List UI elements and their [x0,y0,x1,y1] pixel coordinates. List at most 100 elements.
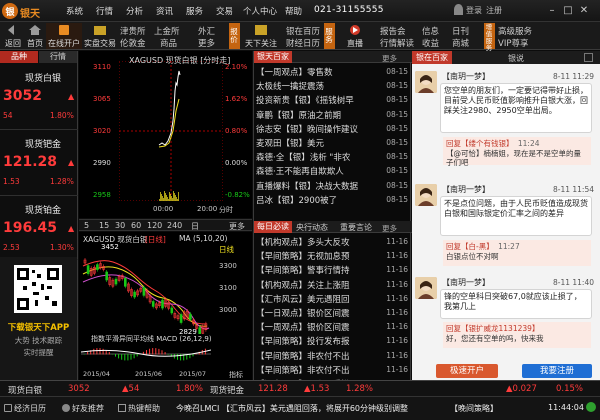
chat-author[interactable]: 【南玥一梦】 [442,71,490,82]
news-item[interactable]: 徐志安【银】晚间操作建议 08-15 [256,122,410,135]
chat-author[interactable]: 【南玥一梦】 [442,277,490,288]
open-account-button[interactable]: 在线开户 [46,23,82,49]
tab-interpret[interactable]: 行情解读 [380,37,414,49]
menu-help[interactable]: 帮助 [285,5,302,17]
news-item[interactable]: 【一周观点】银价区间震 11-16 [256,320,410,333]
menu-service[interactable]: 服务 [186,5,203,17]
tab-central-bank[interactable]: 央行动态 [296,222,328,233]
news-item[interactable]: 章鹏【银】原油之前期 08-15 [256,108,410,121]
news-item[interactable]: 太极线一擒捉震荡 08-15 [256,79,410,92]
menu-trade[interactable]: 交易 [216,5,233,17]
news-more-link[interactable]: 更多 [382,53,397,64]
tab-lunshuo[interactable]: 伦敦金 [120,37,146,49]
focus-button[interactable]: 天下关注 [242,23,280,49]
tab-market[interactable]: 行情 [39,51,77,63]
tab-income[interactable]: 收益 [422,37,439,49]
news-item[interactable]: 森德·全【银】浅析 "非农 08-15 [256,150,410,163]
news-item[interactable]: 投资新贵【银】《摇钱树早 08-15 [256,93,410,106]
real-trade-button[interactable]: 实盘交易 [82,23,118,49]
reply-author[interactable]: 回复【银扩威龙1131239】 [446,324,539,333]
status-recommend-link[interactable]: 好友推荐 [72,403,104,414]
news-item[interactable]: 【机构观点】关注上涨阻 11-16 [256,278,410,291]
news-item[interactable]: 直播爆料【银】决战大数据 08-15 [256,179,410,192]
quote-card-palladium[interactable]: 现货钯金 121.28 ▲ 1.53 1.28% [0,130,78,196]
tab-mall[interactable]: 商城 [452,37,469,49]
tab-daily[interactable]: 日刊 [452,25,469,37]
tab-variety[interactable]: 品种 [0,51,38,63]
chat-header: 银在百家 银说 [412,51,600,64]
period-tab[interactable]: 日 [191,221,199,232]
chat-expand-icon[interactable] [584,53,593,62]
news-more-link[interactable]: 更多 [382,223,397,234]
news-ticker[interactable]: 今晚召LMCI 【汇市风云】美元遇阻回落，将展开60分钟级别调整 [176,403,446,414]
news-item[interactable]: 【汇市风云】美元遇阻回 11-16 [256,292,410,305]
home-button[interactable]: 首页 [24,23,46,49]
tab-message[interactable]: 信息 [422,25,439,37]
news-title: 投资新贵【银】《摇钱树早 [256,96,354,107]
tab-yinzai-baijia[interactable]: 银在百家 [412,51,452,64]
kline-chart[interactable] [81,246,211,334]
tab-shangjin[interactable]: 上金所 [154,25,180,37]
news-item[interactable]: 【早间策略】无视加息预 11-16 [256,249,410,262]
premium-service-link[interactable]: 高级服务 [498,25,532,37]
period-tab[interactable]: 30 [115,221,125,230]
chat-author[interactable]: 【南玥一梦】 [442,184,490,195]
news-item[interactable]: 【早间策略】投行发布报 11-16 [256,334,410,347]
quote-card-silver[interactable]: 现货白银 3052 ▲ 54 1.80% [0,64,78,130]
live-button[interactable]: 直播 [340,23,370,49]
period-tab[interactable]: 240 [167,221,182,230]
open-account-button[interactable]: 极速开户 [436,364,498,378]
tab-more[interactable]: 更多 [198,37,215,49]
status-hotkey-link[interactable]: 热键帮助 [128,403,160,414]
news-item[interactable]: 【一周观点】零售数 08-15 [256,65,410,78]
period-tab[interactable]: 60 [131,221,141,230]
period-tab[interactable]: 15 [99,221,109,230]
news-ticker-tail[interactable]: 【晚间策略】 [450,403,498,414]
quote-card-platinum[interactable]: 现货铂金 196.45 ▲ 2.53 1.30% [0,196,78,260]
tab-yinzai[interactable]: 银在百历 [286,25,320,37]
news-item[interactable]: 麦观田【银】美元 08-15 [256,136,410,149]
menu-analysis[interactable]: 分析 [126,5,143,17]
indicator-tab[interactable]: 指标 [229,370,243,380]
reply-author[interactable]: 回复【缕个有钱银】 [446,139,514,148]
news-item[interactable]: 【机构观点】多头大反攻 11-16 [256,235,410,248]
tab-yintian-baijia[interactable]: 银天百家 [254,51,292,63]
news-item[interactable]: 【早间策略】警事行情持 11-16 [256,263,410,276]
news-item[interactable]: 【一日观点】银价区间震 11-16 [256,306,410,319]
status-calendar-link[interactable]: 经济日历 [14,403,46,414]
app-logo[interactable]: 银 银天下 [2,3,48,35]
menu-system[interactable]: 系统 [66,5,83,17]
period-tab[interactable]: 120 [147,221,162,230]
intraday-chart[interactable] [119,61,223,201]
tab-shangpin[interactable]: 商品 [160,37,177,49]
menu-profile[interactable]: 个人中心 [243,5,277,17]
news-item[interactable]: 【早间策略】非农付不出 11-16 [256,349,410,362]
macd-bar [130,354,132,360]
menu-quote[interactable]: 行情 [96,5,113,17]
tab-yinshuo[interactable]: 银说 [508,53,524,64]
menu-news[interactable]: 资讯 [156,5,173,17]
register-button[interactable]: 我要注册 [522,364,592,378]
news-item[interactable]: 森德·王不能再自欺欺人 08-15 [256,164,410,177]
close-icon[interactable]: ✕ [576,4,592,18]
period-more-link[interactable]: 更多 [229,221,245,232]
ticker-name[interactable]: 现货白银 [8,384,42,396]
vip-link[interactable]: VIP尊享 [498,37,528,49]
period-tab[interactable]: 5 [84,221,89,230]
reply-author[interactable]: 回复【白-黑】 [446,242,494,251]
tab-important-speech[interactable]: 重要言论 [340,222,372,233]
intraday-price-label: 3065 [93,95,111,103]
register-link[interactable]: 注册 [486,5,502,16]
maximize-icon[interactable]: □ [560,4,576,18]
ticker-name[interactable]: 现货钯金 [210,384,244,396]
tab-calendar[interactable]: 财经日历 [286,37,320,49]
tab-jinqing[interactable]: 津贵所 [120,25,146,37]
news-item[interactable]: 【早间策略】非农付不出 11-16 [256,363,410,376]
tab-waihui[interactable]: 外汇 [198,25,215,37]
tab-report[interactable]: 报告会 [380,25,406,37]
back-button[interactable]: 返回 [2,23,24,49]
news-item[interactable]: 吕冰【银】2900被了 08-15 [256,193,410,206]
tab-daily-read[interactable]: 每日必读 [254,221,292,233]
minimize-icon[interactable]: – [544,4,560,18]
app-download-ad[interactable]: 下载银天下APP 大势 技术跟踪 实时提醒 [0,257,77,380]
